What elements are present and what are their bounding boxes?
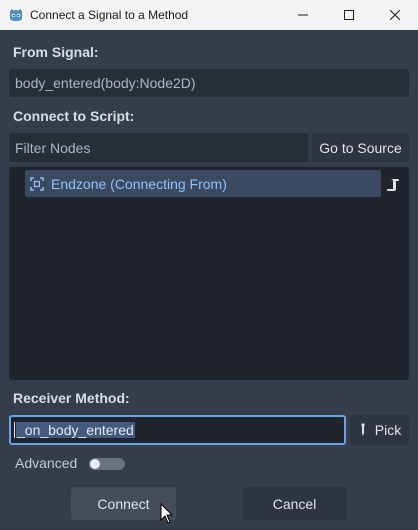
pick-label: Pick (374, 422, 402, 438)
from-signal-field: body_entered(body:Node2D) (9, 69, 409, 97)
cancel-button[interactable]: Cancel (242, 487, 347, 520)
area2d-node-icon (30, 176, 44, 191)
advanced-label: Advanced (15, 455, 78, 471)
pipette-icon (361, 423, 365, 436)
maximize-icon (344, 10, 354, 20)
filter-nodes-input[interactable]: Filter Nodes (9, 133, 308, 162)
receiver-method-input[interactable]: _on_body_entered (9, 415, 346, 445)
tree-item-endzone[interactable]: Endzone (Connecting From) (25, 170, 381, 197)
toggle-knob (90, 459, 100, 469)
text-caret (14, 422, 15, 438)
minimize-icon (298, 14, 308, 16)
close-button[interactable] (372, 0, 418, 30)
maximize-button[interactable] (326, 0, 372, 30)
advanced-toggle[interactable] (89, 458, 125, 470)
go-to-source-button[interactable]: Go to Source (312, 133, 409, 162)
receiver-method-value: _on_body_entered (16, 422, 135, 438)
mouse-cursor-icon (160, 503, 174, 524)
connect-to-script-label: Connect to Script: (13, 108, 135, 124)
tree-item-label: Endzone (Connecting From) (51, 175, 227, 192)
close-icon (390, 10, 400, 20)
minimize-button[interactable] (280, 0, 326, 30)
scene-tree: Endzone (Connecting From) (9, 167, 409, 380)
window-title: Connect a Signal to a Method (30, 8, 189, 22)
receiver-method-label: Receiver Method: (13, 390, 130, 406)
godot-icon (10, 9, 22, 21)
pick-button[interactable]: Pick (350, 415, 409, 445)
from-signal-label: From Signal: (13, 44, 99, 60)
title-bar: Connect a Signal to a Method (0, 0, 418, 30)
script-icon[interactable] (386, 178, 400, 192)
